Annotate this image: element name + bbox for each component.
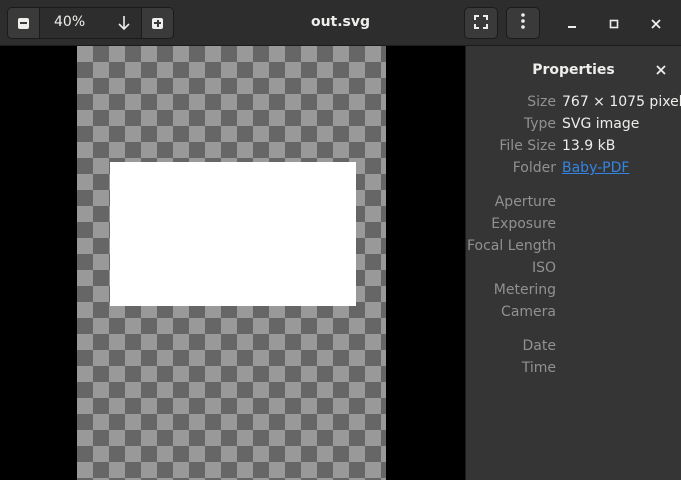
close-icon	[651, 14, 661, 33]
property-label: Size	[527, 94, 556, 110]
fullscreen-button[interactable]	[464, 7, 498, 39]
property-camera: Camera	[466, 304, 681, 324]
property-label: Date	[522, 338, 556, 354]
property-label: Focal Length	[466, 238, 556, 254]
folder-link[interactable]: Baby-PDF	[562, 160, 629, 176]
property-value: 13.9 kB	[562, 138, 616, 154]
property-iso: ISO	[466, 260, 681, 280]
properties-sidebar: Properties Size 767 × 1075 pixels Type S…	[465, 46, 681, 480]
image-canvas[interactable]	[0, 46, 465, 480]
property-label: Aperture	[494, 194, 556, 210]
property-metering: Metering	[466, 282, 681, 302]
close-window-button[interactable]	[643, 10, 669, 36]
maximize-icon	[609, 14, 619, 33]
property-label: ISO	[531, 260, 556, 276]
kebab-menu-icon	[521, 13, 525, 33]
property-size: Size 767 × 1075 pixels	[466, 94, 681, 114]
property-time: Time	[466, 360, 681, 380]
menu-button[interactable]	[506, 7, 540, 39]
property-label: File Size	[499, 138, 556, 154]
property-focal-length: Focal Length	[466, 238, 681, 258]
property-label: Time	[521, 360, 556, 376]
minimize-icon	[567, 14, 577, 33]
property-file-size: File Size 13.9 kB	[466, 138, 681, 158]
sidebar-close-button[interactable]	[653, 61, 669, 77]
property-label: Type	[523, 116, 556, 132]
property-value: SVG image	[562, 116, 640, 132]
property-exposure: Exposure	[466, 216, 681, 236]
sidebar-title: Properties	[532, 62, 615, 78]
property-folder: Folder Baby-PDF	[466, 160, 681, 180]
close-icon	[656, 60, 666, 79]
property-label: Camera	[501, 304, 556, 320]
minimize-button[interactable]	[559, 10, 585, 36]
image-content	[110, 162, 356, 306]
image-preview	[77, 46, 386, 480]
property-label: Metering	[493, 282, 556, 298]
header-bar: 40% out.svg	[0, 0, 681, 46]
property-type: Type SVG image	[466, 116, 681, 136]
property-label: Exposure	[491, 216, 556, 232]
property-date: Date	[466, 338, 681, 358]
property-value: 767 × 1075 pixels	[562, 94, 681, 110]
property-label: Folder	[512, 160, 556, 176]
property-aperture: Aperture	[466, 194, 681, 214]
maximize-button[interactable]	[601, 10, 627, 36]
fullscreen-icon	[474, 14, 488, 33]
